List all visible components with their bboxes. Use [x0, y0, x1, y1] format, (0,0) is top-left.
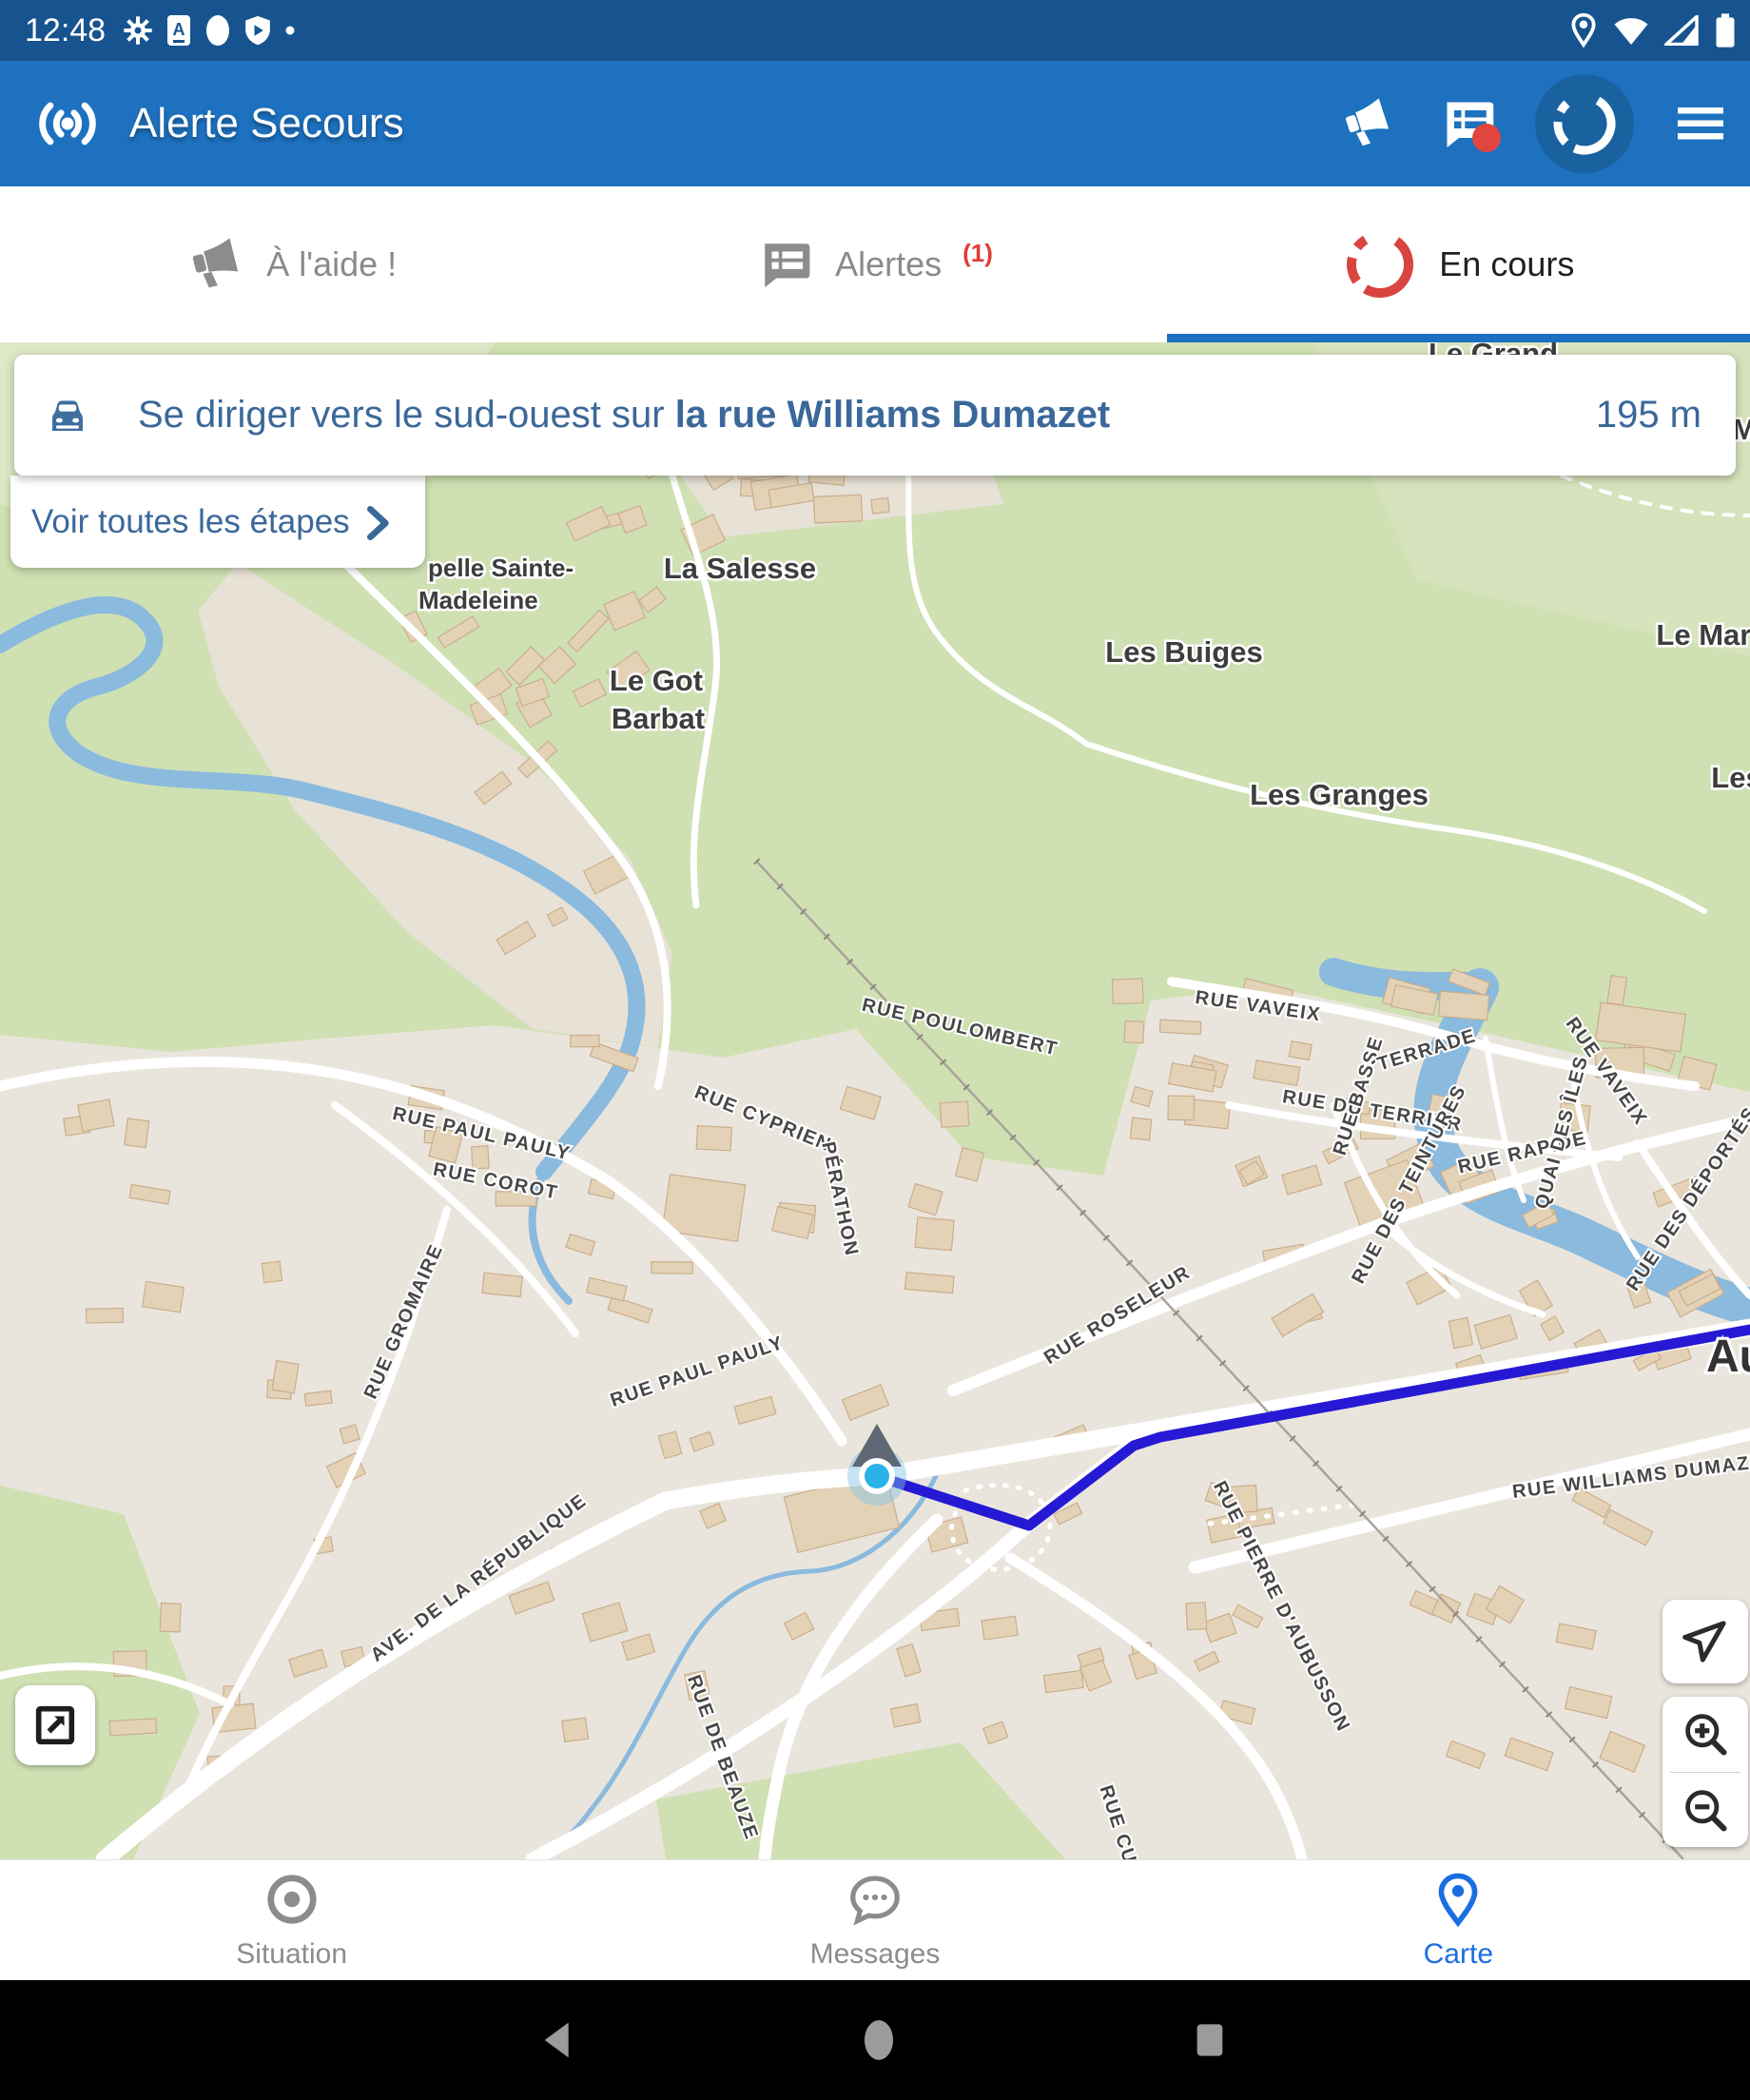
svg-text:La Salesse: La Salesse [664, 552, 816, 585]
svg-text:Au: Au [1706, 1332, 1750, 1382]
app-bar: Alerte Secours [0, 61, 1750, 186]
megaphone-button[interactable] [1333, 89, 1402, 158]
svg-text:Les Granges: Les Granges [1250, 778, 1429, 811]
fullscreen-button[interactable] [15, 1685, 95, 1765]
android-recents-button[interactable] [1191, 1980, 1229, 2100]
zoom-out-icon [1681, 1785, 1730, 1835]
app-screen: 12:48 A [0, 0, 1750, 2100]
zoom-controls [1662, 1697, 1748, 1847]
recents-icon [1191, 2019, 1229, 2061]
map-area[interactable]: Le Grand M La Salesse pelle Sainte- Made… [0, 342, 1750, 1859]
nav-label: Messages [810, 1938, 941, 1971]
navigation-instruction-card[interactable]: Se diriger vers le sud-ouest sur la rue … [14, 355, 1736, 476]
svg-text:Le Got: Le Got [610, 664, 703, 697]
messages-button[interactable] [1434, 89, 1503, 158]
instruction-prefix: Se diriger vers le sud-ouest sur [138, 394, 675, 436]
battery-icon [1714, 12, 1737, 49]
signal-icon [1664, 15, 1699, 46]
svg-text:Barbat: Barbat [612, 702, 705, 735]
dot-notification-icon [284, 25, 296, 36]
tab-label: En cours [1439, 244, 1574, 284]
translate-app-icon: A [166, 14, 191, 47]
map-pin-icon [1429, 1870, 1488, 1929]
hamburger-icon [1674, 102, 1727, 146]
tab-a-laide[interactable]: À l'aide ! [0, 186, 583, 342]
nav-label: Carte [1424, 1938, 1493, 1971]
megaphone-icon [181, 228, 252, 300]
instruction-street: la rue Williams Dumazet [675, 394, 1111, 436]
active-tab-indicator [1167, 334, 1750, 342]
chevron-right-icon [360, 504, 393, 542]
spinner-icon [1547, 87, 1622, 161]
tab-label: Alertes [835, 244, 942, 284]
location-icon [1569, 12, 1598, 49]
alert-count-badge: (1) [962, 239, 993, 268]
nav-item-carte[interactable]: Carte [1167, 1860, 1750, 1980]
zoom-out-button[interactable] [1662, 1773, 1748, 1848]
tab-label: À l'aide ! [266, 244, 397, 284]
android-home-button[interactable] [860, 1980, 898, 2100]
ongoing-progress-button[interactable] [1535, 74, 1634, 173]
status-system-icons [1569, 0, 1737, 61]
play-protect-icon [244, 14, 271, 47]
svg-text:pelle Sainte-: pelle Sainte- [428, 554, 574, 582]
svg-text:Madeleine: Madeleine [418, 586, 538, 614]
situation-target-icon [262, 1870, 321, 1929]
nav-item-messages[interactable]: Messages [583, 1860, 1166, 1980]
svg-text:A: A [173, 20, 185, 39]
home-icon [860, 2017, 898, 2063]
messages-bubble-icon [846, 1870, 904, 1929]
status-notification-icons: A [123, 13, 296, 48]
svg-text:Les Buiges: Les Buiges [1105, 635, 1262, 669]
android-back-button[interactable] [538, 1980, 576, 2100]
tab-alertes[interactable]: Alertes (1) [583, 186, 1166, 342]
all-steps-label: Voir toutes les étapes [31, 503, 350, 541]
expand-icon [30, 1701, 80, 1750]
car-icon [43, 393, 92, 438]
zoom-in-button[interactable] [1662, 1697, 1748, 1772]
circle-notification-icon [204, 13, 231, 48]
android-navigation-bar [0, 1980, 1750, 2100]
chat-list-icon [757, 237, 814, 292]
zoom-in-icon [1681, 1709, 1730, 1759]
instruction-text: Se diriger vers le sud-ouest sur la rue … [138, 394, 1110, 437]
back-icon [538, 2019, 576, 2061]
gear-icon [123, 15, 153, 46]
status-bar: 12:48 A [0, 0, 1750, 61]
nav-label: Situation [236, 1938, 347, 1971]
page-title: Alerte Secours [129, 100, 404, 147]
wifi-icon [1613, 15, 1649, 46]
app-bar-actions [1333, 61, 1735, 186]
status-time: 12:48 [25, 12, 106, 49]
map[interactable]: Le Grand M La Salesse pelle Sainte- Made… [0, 342, 1750, 1859]
bottom-navigation: Situation Messages Carte [0, 1859, 1750, 1980]
menu-button[interactable] [1666, 89, 1735, 158]
unread-badge-dot [1472, 124, 1501, 152]
spinner-icon [1342, 226, 1418, 302]
all-steps-button[interactable]: Voir toutes les étapes [10, 476, 425, 568]
tab-en-cours[interactable]: En cours [1167, 186, 1750, 342]
svg-text:Le Marc: Le Marc [1656, 618, 1750, 651]
app-logo-icon [38, 98, 97, 149]
megaphone-icon [1332, 88, 1402, 158]
nav-item-situation[interactable]: Situation [0, 1860, 583, 1980]
distance-value: 195 m [1596, 394, 1701, 437]
locate-button[interactable] [1662, 1600, 1748, 1683]
navigation-arrow-icon [1680, 1616, 1731, 1667]
tab-bar: À l'aide ! Alertes (1) En cours [0, 186, 1750, 342]
svg-text:Les: Les [1711, 761, 1750, 794]
